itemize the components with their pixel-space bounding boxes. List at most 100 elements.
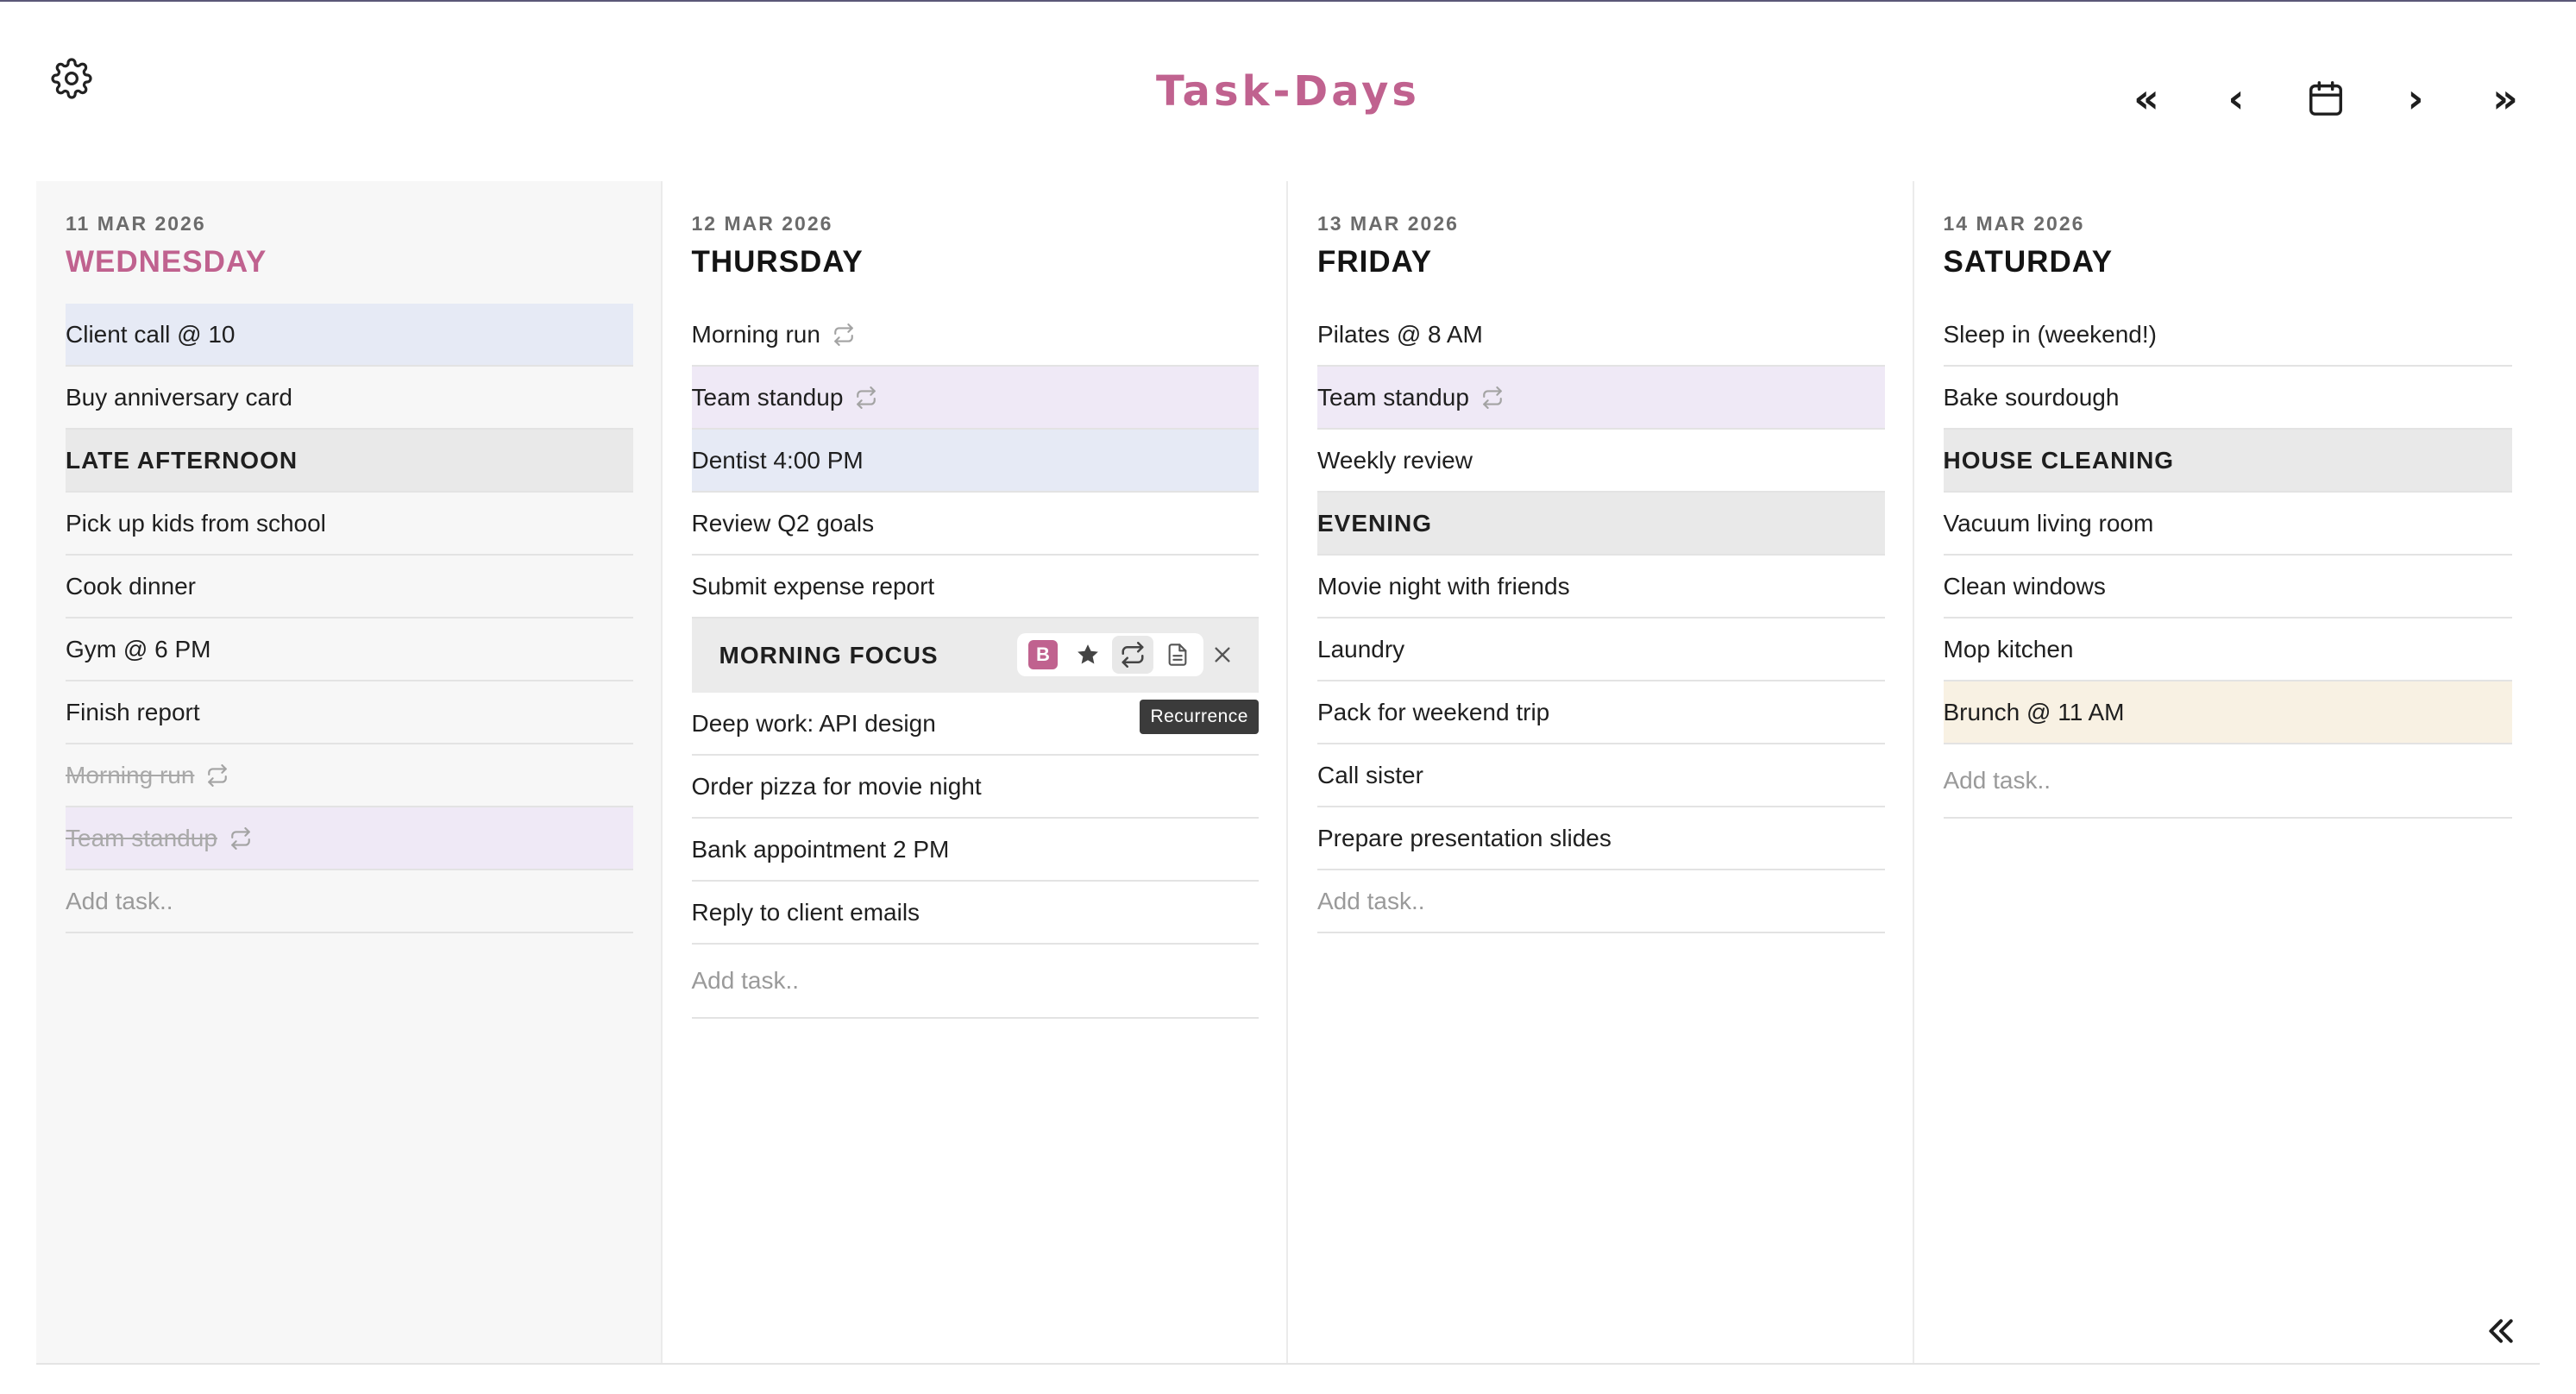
task-item[interactable]: Pilates @ 8 AM [1317,304,1885,367]
task-item[interactable]: Morning run [66,744,633,807]
repeat-icon [229,826,252,850]
day-column: 14 MAR 2026 SATURDAY Sleep in (weekend!) Ba… [1914,181,2541,1363]
repeat-icon [855,386,877,409]
add-task-input[interactable]: Add task.. [1943,744,2512,819]
task-item[interactable]: Submit expense report [691,556,1259,619]
task-item[interactable]: Prepare presentation slides [1317,807,1885,870]
task-label: Sleep in (weekend!) [1943,320,2157,348]
task-item[interactable]: Sleep in (weekend!) [1943,304,2512,367]
close-icon [1215,647,1230,662]
last-week-button[interactable]: » [2478,71,2533,126]
task-item[interactable]: Bank appointment 2 PM [691,819,1259,882]
task-item[interactable]: Team standup [691,367,1259,430]
task-label: Pilates @ 8 AM [1317,320,1483,348]
add-task-placeholder: Add task.. [1943,767,2051,794]
task-list: Pilates @ 8 AM Team standup Weekly review E… [1317,304,1885,933]
add-task-input[interactable]: Add task.. [66,870,633,933]
task-label: Client call @ 10 [66,320,236,348]
task-item[interactable]: Weekly review [1317,430,1885,493]
task-label: Review Q2 goals [691,509,875,537]
day-date: 11 MAR 2026 [66,212,206,235]
section-header[interactable]: LATE AFTERNOON [66,430,633,493]
task-label: Gym @ 6 PM [66,635,211,662]
task-label: Clean windows [1943,572,2106,600]
task-label: Morning run [691,320,820,348]
app-title: Task-Days [1156,67,1420,116]
repeat-icon [832,323,855,346]
day-column: 12 MAR 2026 THURSDAY Morning run Team stand… [663,181,1288,1363]
calendar-icon [2309,81,2342,116]
task-label: Laundry [1317,635,1405,662]
task-item[interactable]: Call sister [1317,744,1885,807]
day-name: FRIDAY [1317,245,1433,279]
task-label: Order pizza for movie night [691,772,982,800]
task-item[interactable]: Order pizza for movie night [691,756,1259,819]
day-name: WEDNESDAY [66,245,267,279]
task-label: Mop kitchen [1943,635,2074,662]
task-item[interactable]: Movie night with friends [1317,556,1885,619]
task-label: Buy anniversary card [66,383,293,411]
task-label: Bake sourdough [1943,383,2120,411]
task-item[interactable]: Cook dinner [66,556,633,619]
recurrence-button[interactable] [1112,636,1153,674]
task-label: Team standup [691,383,844,411]
task-edit-toolbar: B [1017,633,1203,676]
task-label: Weekly review [1317,446,1473,474]
task-label: Brunch @ 11 AM [1943,698,2125,725]
task-item[interactable]: Finish report [66,681,633,744]
today-button[interactable] [2298,71,2353,126]
task-item[interactable]: Review Q2 goals [691,493,1259,556]
section-header[interactable]: HOUSE CLEANING [1943,430,2512,493]
star-button[interactable] [1067,636,1109,674]
task-label: Bank appointment 2 PM [691,835,950,863]
task-item[interactable]: Reply to client emails [691,882,1259,945]
task-item[interactable]: Pick up kids from school [66,493,633,556]
day-column: 13 MAR 2026 FRIDAY Pilates @ 8 AM Team stan… [1288,181,1914,1363]
task-label: Movie night with friends [1317,572,1570,600]
chevron-right-icon: › [2407,75,2424,122]
collapse-button[interactable] [2478,1308,2524,1354]
task-item[interactable]: Clean windows [1943,556,2512,619]
task-item[interactable]: Gym @ 6 PM [66,619,633,681]
repeat-icon [1122,642,1144,668]
section-header[interactable]: EVENING [1317,493,1885,556]
task-item[interactable]: Bake sourdough [1943,367,2512,430]
day-date: 13 MAR 2026 [1317,212,1459,235]
task-label: Call sister [1317,761,1423,788]
task-label: LATE AFTERNOON [66,446,298,474]
recurrence-tooltip: Recurrence [1140,700,1259,734]
double-chevron-right-icon: » [2492,75,2518,122]
day-date: 12 MAR 2026 [691,212,833,235]
previous-day-button[interactable]: ‹ [2208,71,2264,126]
task-item[interactable]: Pack for weekend trip [1317,681,1885,744]
task-label: Cook dinner [66,572,196,600]
task-label: Finish report [66,698,200,725]
task-item[interactable]: Brunch @ 11 AM [1943,681,2512,744]
day-column: 11 MAR 2026 WEDNESDAY Client call @ 10 Buy … [36,181,663,1363]
note-button[interactable] [1157,636,1198,674]
task-item[interactable]: Team standup [1317,367,1885,430]
task-item[interactable]: Client call @ 10 [66,304,633,367]
section-header[interactable]: MORNING FOCUS B Recurrence [691,619,1259,734]
task-item[interactable]: Buy anniversary card [66,367,633,430]
close-edit-button[interactable] [1205,637,1240,672]
next-day-button[interactable]: › [2388,71,2443,126]
task-item[interactable]: Vacuum living room [1943,493,2512,556]
first-week-button[interactable]: « [2119,71,2174,126]
task-label: Prepare presentation slides [1317,824,1612,851]
add-task-input[interactable]: Add task.. [1317,870,1885,933]
day-board: 11 MAR 2026 WEDNESDAY Client call @ 10 Buy … [36,181,2540,1365]
task-item[interactable]: Mop kitchen [1943,619,2512,681]
task-label: Team standup [66,824,217,851]
task-label: Vacuum living room [1943,509,2154,537]
double-chevron-left-icon [2489,1319,2513,1343]
bold-button[interactable]: B [1022,636,1064,674]
add-task-placeholder: Add task.. [1317,887,1425,914]
repeat-icon [1481,386,1504,409]
task-item[interactable]: Dentist 4:00 PM [691,430,1259,493]
task-item[interactable]: Morning run [691,304,1259,367]
task-item[interactable]: Team standup [66,807,633,870]
task-item[interactable]: Laundry [1317,619,1885,681]
add-task-input[interactable]: Add task.. [691,945,1259,1019]
repeat-icon [206,763,229,787]
